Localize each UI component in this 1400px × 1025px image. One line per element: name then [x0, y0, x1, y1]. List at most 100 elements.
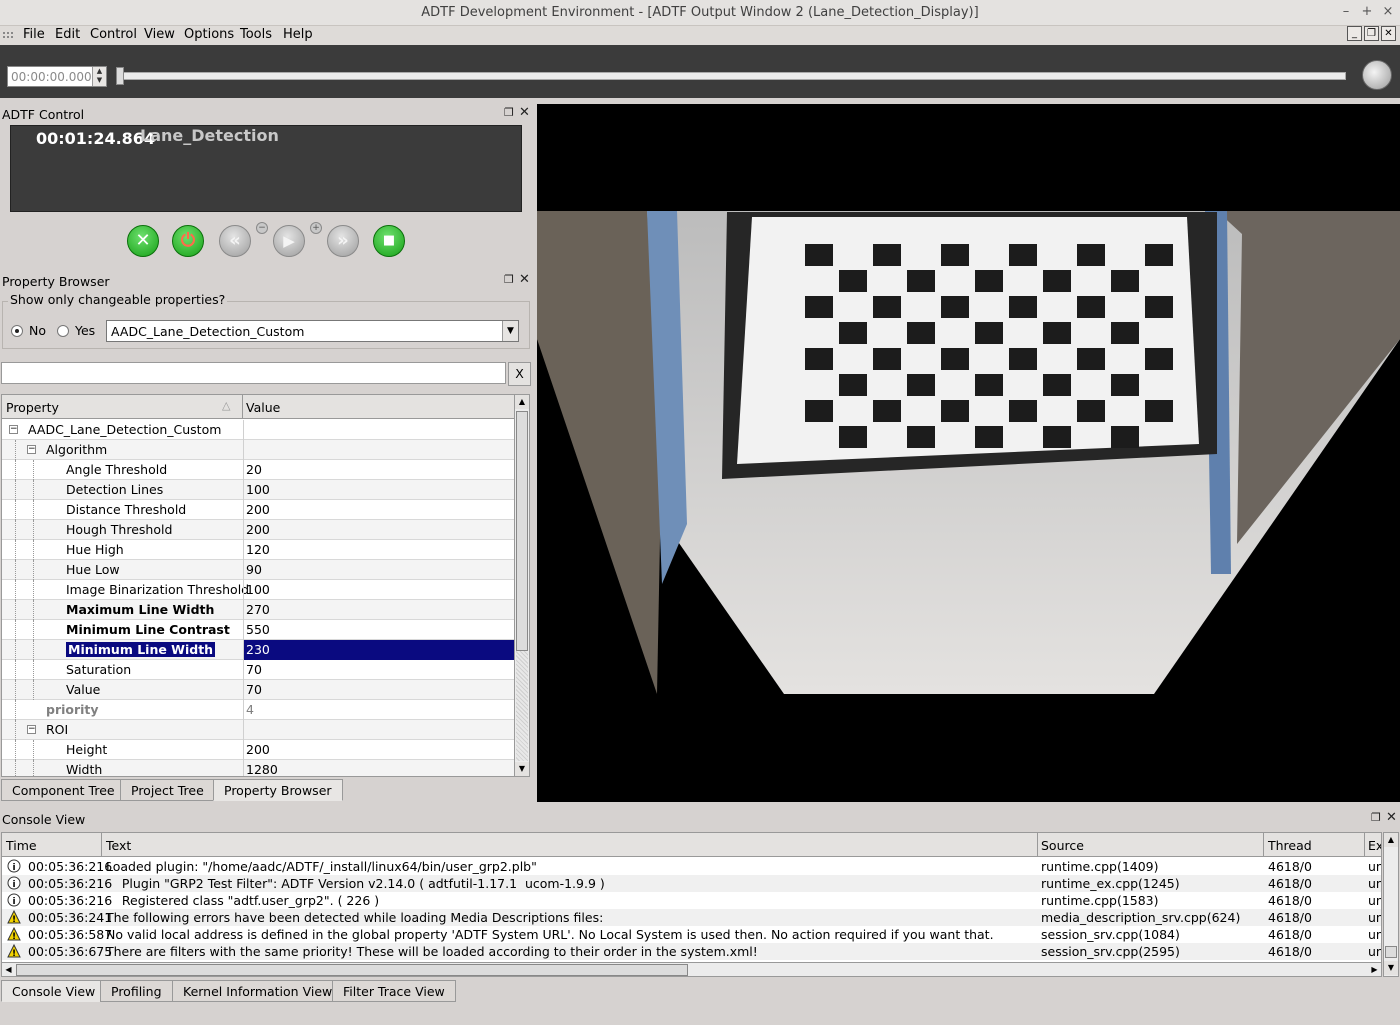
property-row[interactable]: Value 70 [2, 680, 514, 700]
spin-arrows-icon[interactable]: ▲ ▼ [92, 67, 106, 86]
scroll-up-icon[interactable]: ▲ [1384, 833, 1398, 847]
filter-select[interactable]: AADC_Lane_Detection_Custom ▼ [106, 320, 519, 342]
property-value[interactable]: 20 [243, 460, 514, 480]
collapse-icon[interactable]: − [27, 445, 36, 454]
property-row[interactable]: Distance Threshold 200 [2, 500, 514, 520]
property-value[interactable] [243, 720, 514, 740]
property-row[interactable]: Hue High 120 [2, 540, 514, 560]
property-row[interactable]: Angle Threshold 20 [2, 460, 514, 480]
console-row[interactable]: ! 00:05:36:587 No valid local address is d… [2, 926, 1381, 943]
console-row[interactable]: i 00:05:36:216 Registered class "adtf.use… [2, 892, 1381, 909]
mdi-minimize-button[interactable]: _ [1347, 26, 1362, 41]
close-icon[interactable]: ✕ [519, 105, 530, 120]
property-value[interactable]: 70 [243, 680, 514, 700]
timeline-slider-handle[interactable] [116, 67, 124, 85]
mdi-close-button[interactable]: ✕ [1381, 26, 1396, 41]
collapse-icon[interactable]: − [9, 425, 18, 434]
console-row[interactable]: ! 00:05:36:675 There are filters with the … [2, 943, 1381, 960]
close-icon[interactable]: ✕ [519, 272, 530, 287]
mdi-restore-button[interactable]: ❐ [1364, 26, 1379, 41]
close-button[interactable]: × [1378, 3, 1398, 21]
menu-edit[interactable]: Edit [55, 27, 80, 42]
column-value[interactable]: Value [246, 400, 280, 415]
scroll-down-icon[interactable]: ▼ [515, 762, 529, 776]
console-vscrollbar[interactable]: ▲ ▼ [1383, 832, 1399, 977]
maximize-button[interactable]: + [1357, 3, 1377, 21]
property-value[interactable]: 90 [243, 560, 514, 580]
property-row[interactable]: Hue Low 90 [2, 560, 514, 580]
collapse-icon[interactable]: − [27, 725, 36, 734]
slower-icon[interactable]: − [256, 222, 268, 234]
property-value[interactable]: 270 [243, 600, 514, 620]
property-value[interactable]: 200 [243, 520, 514, 540]
cancel-button[interactable]: ✕ [127, 225, 159, 257]
tab-component-tree[interactable]: Component Tree [1, 779, 126, 801]
faster-icon[interactable]: + [310, 222, 322, 234]
tab-property-browser[interactable]: Property Browser [213, 779, 343, 801]
radio-yes[interactable] [57, 325, 69, 337]
property-row[interactable]: Hough Threshold 200 [2, 520, 514, 540]
property-value[interactable]: 70 [243, 660, 514, 680]
column-ex[interactable]: Ex [1368, 838, 1381, 853]
property-value[interactable]: 100 [243, 580, 514, 600]
property-value[interactable]: 550 [243, 620, 514, 640]
hscrollbar-thumb[interactable] [16, 964, 688, 976]
time-spinbox[interactable]: 00:00:00.000 ▲ ▼ [7, 66, 107, 87]
menu-tools[interactable]: Tools [240, 27, 272, 42]
power-button[interactable]: ⏻ [172, 225, 204, 257]
rewind-button[interactable]: « [219, 225, 251, 257]
scrollbar-thumb[interactable] [516, 411, 528, 651]
column-thread[interactable]: Thread [1268, 838, 1312, 853]
play-button[interactable]: ▶ [273, 225, 305, 257]
scroll-left-icon[interactable]: ◀ [2, 963, 15, 976]
timeline-slider[interactable] [118, 72, 1346, 80]
record-button[interactable] [1362, 60, 1392, 90]
column-property[interactable]: Property [6, 400, 59, 415]
float-icon[interactable]: ❐ [1371, 811, 1381, 824]
property-row[interactable]: − AADC_Lane_Detection_Custom [2, 420, 514, 440]
menu-control[interactable]: Control [90, 27, 137, 42]
console-hscrollbar[interactable]: ◀ ▶ [2, 962, 1381, 976]
property-value[interactable] [243, 440, 514, 460]
property-value[interactable] [243, 420, 514, 440]
property-value[interactable]: 200 [243, 740, 514, 760]
property-row[interactable]: Saturation 70 [2, 660, 514, 680]
property-row[interactable]: Detection Lines 100 [2, 480, 514, 500]
property-value[interactable]: 120 [243, 540, 514, 560]
float-icon[interactable]: ❐ [504, 106, 514, 119]
clear-filter-button[interactable]: X [508, 362, 531, 386]
property-row[interactable]: Image Binarization Threshold 100 [2, 580, 514, 600]
tab-filter-trace-view[interactable]: Filter Trace View [332, 980, 456, 1002]
menu-options[interactable]: Options [184, 27, 234, 42]
property-row[interactable]: − ROI [2, 720, 514, 740]
property-value[interactable]: 4 [243, 700, 514, 720]
property-row[interactable]: Minimum Line Contrast 550 [2, 620, 514, 640]
minimize-button[interactable]: – [1336, 3, 1356, 21]
column-text[interactable]: Text [106, 838, 131, 853]
stop-button[interactable]: ■ [373, 225, 405, 257]
chevron-down-icon[interactable]: ▼ [502, 321, 518, 341]
toolbar-grip-icon[interactable] [3, 32, 13, 38]
scroll-down-icon[interactable]: ▼ [1384, 961, 1398, 975]
tab-profiling[interactable]: Profiling [100, 980, 173, 1002]
property-search-input[interactable] [1, 362, 506, 384]
float-icon[interactable]: ❐ [504, 273, 514, 286]
fast-forward-button[interactable]: » [327, 225, 359, 257]
property-row[interactable]: Minimum Line Width 230 [2, 640, 514, 660]
close-icon[interactable]: ✕ [1386, 810, 1397, 825]
tab-kernel-information-view[interactable]: Kernel Information View [172, 980, 344, 1002]
console-row[interactable]: ! 00:05:36:241 The following errors have b… [2, 909, 1381, 926]
tab-project-tree[interactable]: Project Tree [120, 779, 215, 801]
radio-no[interactable] [11, 325, 23, 337]
tab-console-view[interactable]: Console View [1, 980, 107, 1002]
console-row[interactable]: i 00:05:36:216 Plugin "GRP2 Test Filter":… [2, 875, 1381, 892]
property-row[interactable]: Height 200 [2, 740, 514, 760]
property-value[interactable]: 1280 [243, 760, 514, 776]
scrollbar-thumb[interactable] [1385, 946, 1397, 958]
property-row[interactable]: − Algorithm [2, 440, 514, 460]
console-row[interactable]: i 00:05:36:216 Loaded plugin: "/home/aadc/… [2, 858, 1381, 875]
property-value[interactable]: 100 [243, 480, 514, 500]
column-source[interactable]: Source [1041, 838, 1084, 853]
menu-file[interactable]: File [23, 27, 45, 42]
menu-view[interactable]: View [144, 27, 175, 42]
